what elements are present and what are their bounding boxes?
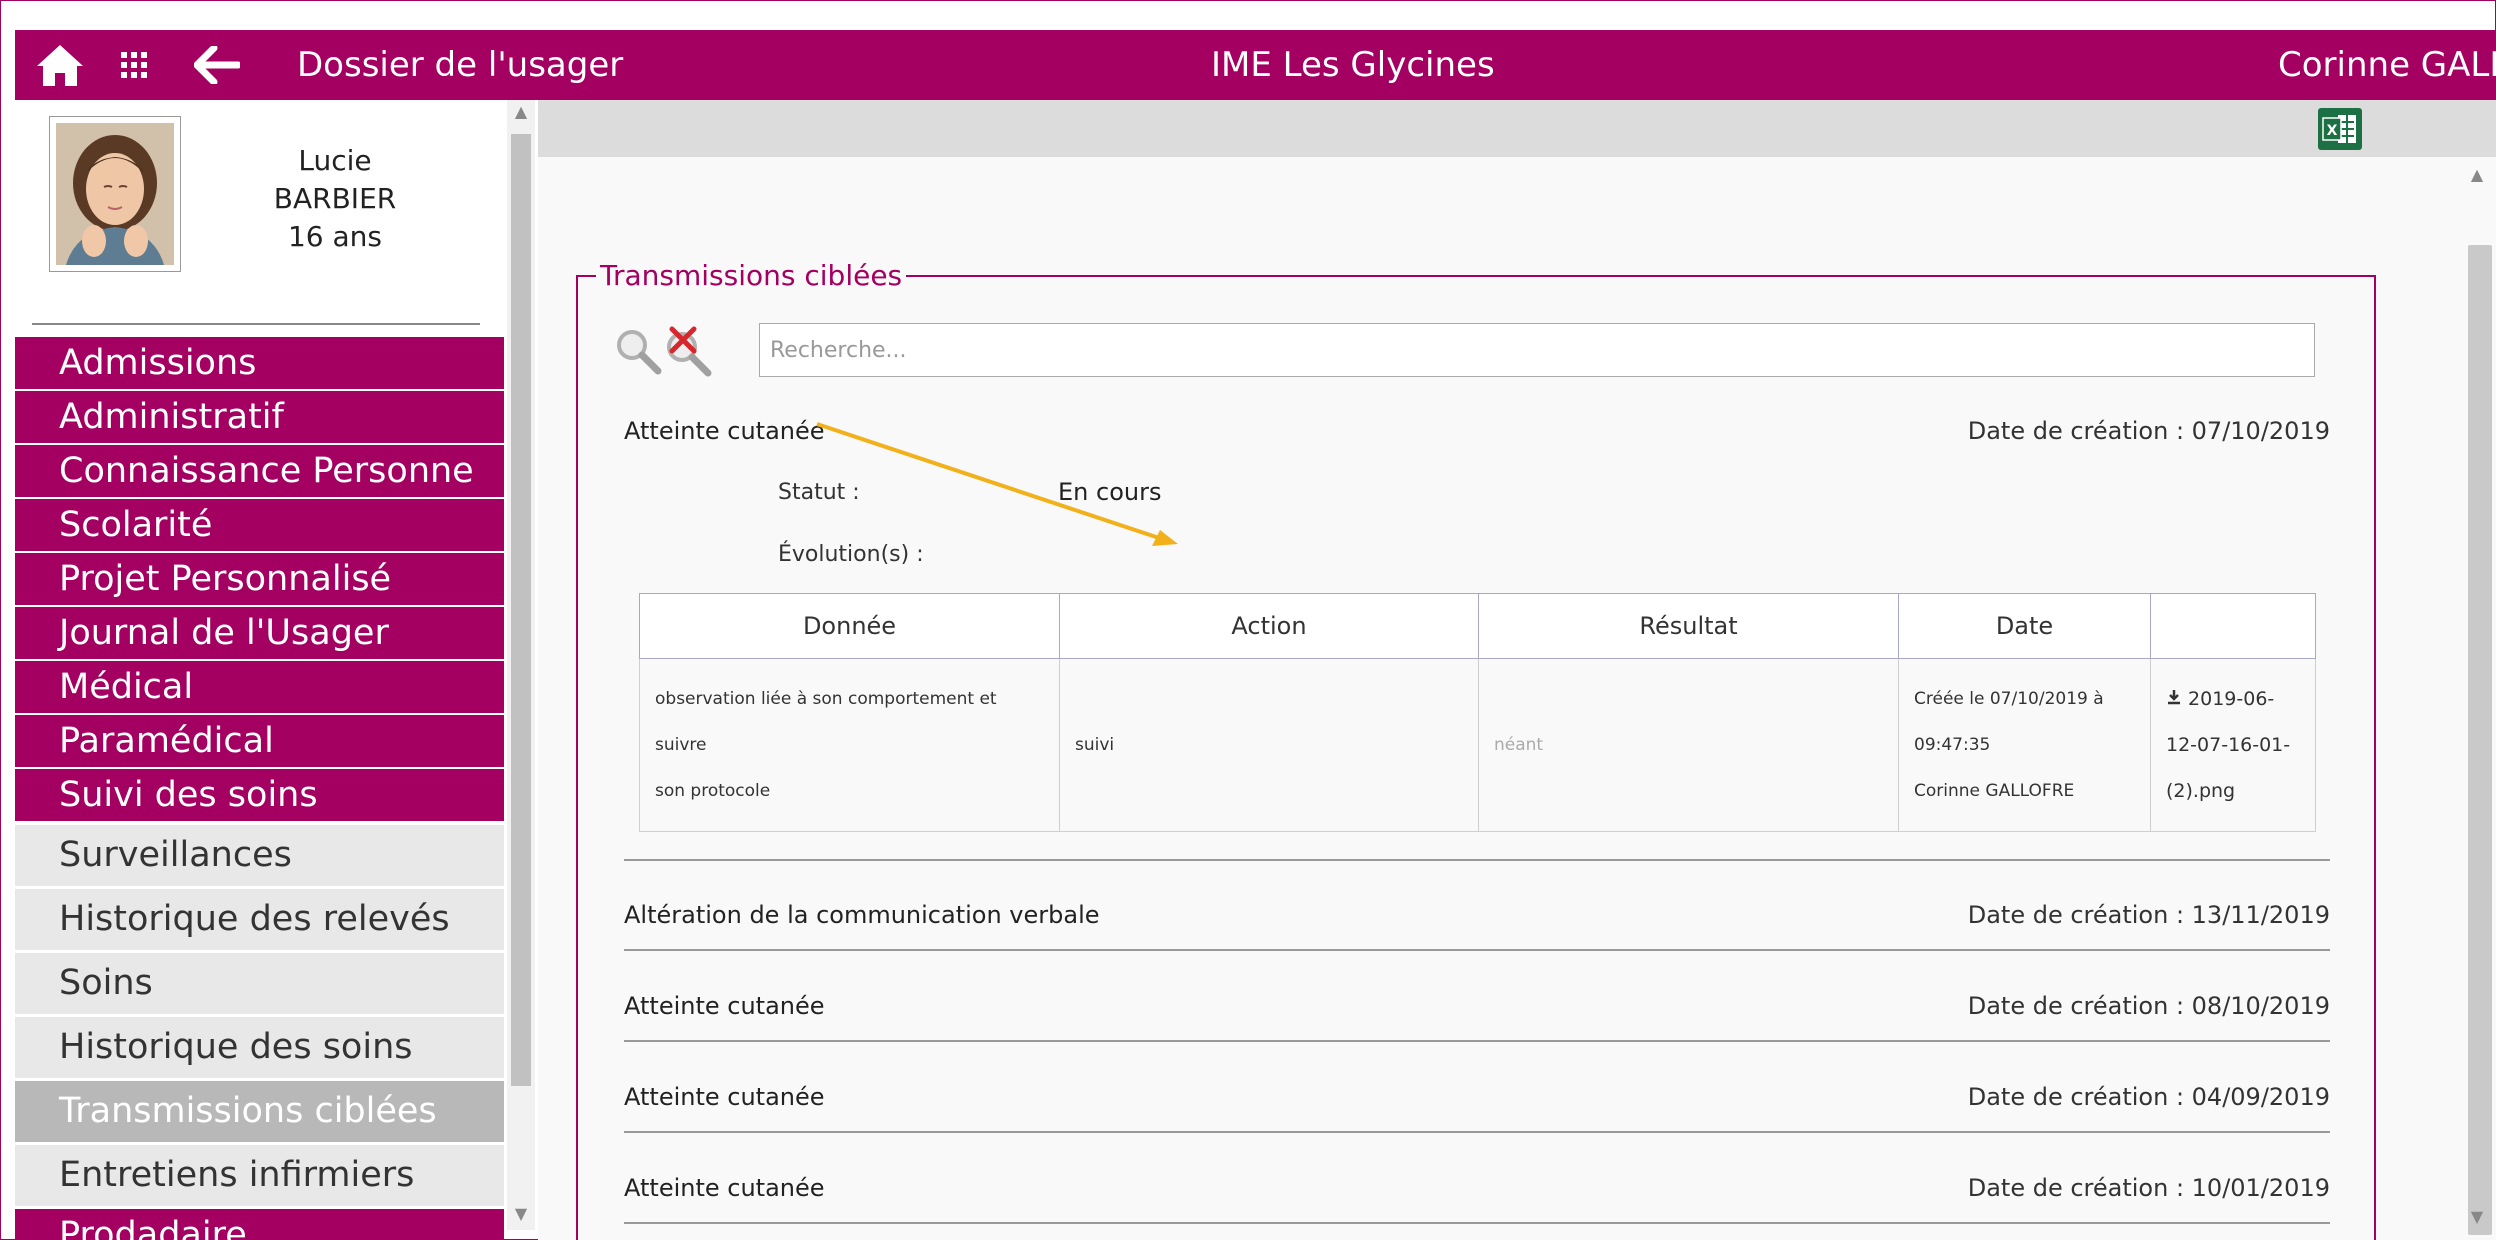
menu-item-partial[interactable]: Prodadaire (15, 1209, 504, 1240)
entry-creation-date: Date de création : 10/01/2019 (1967, 1174, 2330, 1202)
attachment-line1[interactable]: 2019-06- (2166, 676, 2300, 722)
scroll-down-arrow-icon[interactable]: ▼ (507, 1204, 535, 1226)
home-icon[interactable] (33, 38, 87, 92)
menu-item-projet-personnalise[interactable]: Projet Personnalisé (15, 553, 504, 605)
column-header-action: Action (1059, 593, 1479, 659)
excel-export-icon[interactable]: X (2318, 108, 2362, 150)
sidebar-scroll-thumb[interactable] (511, 134, 531, 1086)
entry-divider (624, 1131, 2330, 1133)
submenu-item-transmissions-ciblees[interactable]: Transmissions ciblées (15, 1081, 504, 1142)
cell-donnee-line2: son protocole (655, 781, 771, 801)
sidebar: Lucie BARBIER 16 ans Admissions Administ… (15, 100, 535, 1240)
main-scroll-up-arrow-icon[interactable]: ▲ (2458, 165, 2496, 191)
attachment-filename-part2[interactable]: 12-07-16-01- (2166, 722, 2300, 768)
entry-creation-date: Date de création : 08/10/2019 (1967, 992, 2330, 1020)
entry-divider (624, 859, 2330, 861)
main-scrollbar[interactable]: ▲ ▼ (2458, 157, 2496, 1240)
entry-divider (624, 1040, 2330, 1042)
apps-grid-icon[interactable] (113, 38, 155, 92)
sidebar-menu: Admissions Administratif Connaissance Pe… (15, 337, 504, 1240)
main-content: X ▲ ▼ Transmissions ciblées Atteinte cut… (538, 100, 2496, 1240)
main-scroll-down-arrow-icon[interactable]: ▼ (2458, 1207, 2496, 1233)
cell-donnee-line1: observation liée à son comportement et s… (655, 689, 997, 755)
cell-resultat: néant (1478, 658, 1899, 832)
submenu-item-historique-releves[interactable]: Historique des relevés (15, 889, 504, 950)
menu-item-suivi-des-soins[interactable]: Suivi des soins (15, 769, 504, 821)
patient-first-name: Lucie (298, 144, 372, 177)
cell-date-line2: 09:47:35 (1914, 735, 1991, 755)
status-label: Statut : (778, 480, 860, 505)
cell-date: Créée le 07/10/2019 à 09:47:35 Corinne G… (1898, 658, 2151, 832)
entry-title[interactable]: Altération de la communication verbale (624, 895, 1100, 935)
patient-info: Lucie BARBIER 16 ans (205, 142, 465, 256)
evolution-table: Donnée Action Résultat Date observation … (639, 593, 2316, 832)
menu-item-admissions[interactable]: Admissions (15, 337, 504, 389)
entry-title[interactable]: Atteinte cutanée (624, 411, 825, 451)
menu-item-connaissance-personne[interactable]: Connaissance Personne (15, 445, 504, 497)
cell-attachment[interactable]: 2019-06- 12-07-16-01- (2).png (2150, 658, 2316, 832)
search-icon[interactable] (614, 327, 662, 375)
main-scroll-thumb[interactable] (2468, 245, 2492, 1235)
transmission-entry[interactable]: Atteinte cutanée Date de création : 07/1… (624, 411, 2330, 451)
menu-item-scolarite[interactable]: Scolarité (15, 499, 504, 551)
attachment-filename-part1[interactable]: 2019-06- (2188, 688, 2274, 710)
transmission-entry[interactable]: Atteinte cutanée Date de création : 04/0… (624, 1077, 2330, 1117)
entry-creation-date: Date de création : 13/11/2019 (1967, 901, 2330, 929)
search-input[interactable] (759, 323, 2315, 377)
entry-divider (624, 949, 2330, 951)
cell-date-line1: Créée le 07/10/2019 à (1914, 689, 2104, 709)
app-title: Dossier de l'usager (297, 45, 624, 85)
evolution-label: Évolution(s) : (778, 542, 924, 567)
entry-title[interactable]: Atteinte cutanée (624, 1077, 825, 1117)
transmission-entry[interactable]: Atteinte cutanée Date de création : 10/0… (624, 1168, 2330, 1208)
entry-title[interactable]: Atteinte cutanée (624, 986, 825, 1026)
column-header-file (2150, 593, 2316, 659)
svg-text:X: X (2327, 123, 2338, 139)
back-arrow-icon[interactable] (187, 38, 247, 92)
attachment-filename-part3[interactable]: (2).png (2166, 768, 2300, 814)
section-title: Transmissions ciblées (596, 258, 907, 294)
column-header-donnee: Donnée (639, 593, 1060, 659)
entry-creation-date: Date de création : 07/10/2019 (1967, 417, 2330, 445)
entry-title[interactable]: Atteinte cutanée (624, 1168, 825, 1208)
menu-item-administratif[interactable]: Administratif (15, 391, 504, 443)
patient-avatar (49, 116, 181, 272)
column-header-resultat: Résultat (1478, 593, 1899, 659)
menu-item-paramedical[interactable]: Paramédical (15, 715, 504, 767)
patient-age: 16 ans (287, 220, 383, 253)
column-header-date: Date (1898, 593, 2151, 659)
main-toolbar: X (538, 100, 2496, 157)
submenu-item-surveillances[interactable]: Surveillances (15, 825, 504, 886)
status-value: En cours (1058, 478, 1162, 506)
organization-name: IME Les Glycines (1211, 45, 1495, 85)
submenu-item-soins[interactable]: Soins (15, 953, 504, 1014)
cell-date-line3: Corinne GALLOFRE (1914, 781, 2075, 801)
menu-item-medical[interactable]: Médical (15, 661, 504, 713)
current-user[interactable]: Corinne GALLC (2278, 30, 2496, 100)
clear-search-icon[interactable] (664, 325, 712, 377)
submenu-item-historique-soins[interactable]: Historique des soins (15, 1017, 504, 1078)
submenu-item-entretiens-infirmiers[interactable]: Entretiens infirmiers (15, 1145, 504, 1206)
transmission-entry[interactable]: Atteinte cutanée Date de création : 08/1… (624, 986, 2330, 1026)
table-header-row: Donnée Action Résultat Date (639, 593, 2316, 659)
menu-item-journal-usager[interactable]: Journal de l'Usager (15, 607, 504, 659)
scroll-up-arrow-icon[interactable]: ▲ (507, 102, 535, 124)
patient-last-name: BARBIER (273, 182, 397, 215)
transmission-entry[interactable]: Altération de la communication verbale D… (624, 895, 2330, 935)
entry-creation-date: Date de création : 04/09/2019 (1967, 1083, 2330, 1111)
cell-donnee: observation liée à son comportement et s… (639, 658, 1060, 832)
top-bar: Dossier de l'usager IME Les Glycines Cor… (15, 30, 2496, 100)
entry-divider (624, 1222, 2330, 1224)
sidebar-scrollbar[interactable]: ▲ ▼ (507, 100, 535, 1230)
cell-action: suivi (1059, 658, 1479, 832)
download-icon[interactable] (2166, 688, 2188, 710)
sidebar-divider (32, 323, 480, 325)
table-row: observation liée à son comportement et s… (639, 658, 2316, 832)
